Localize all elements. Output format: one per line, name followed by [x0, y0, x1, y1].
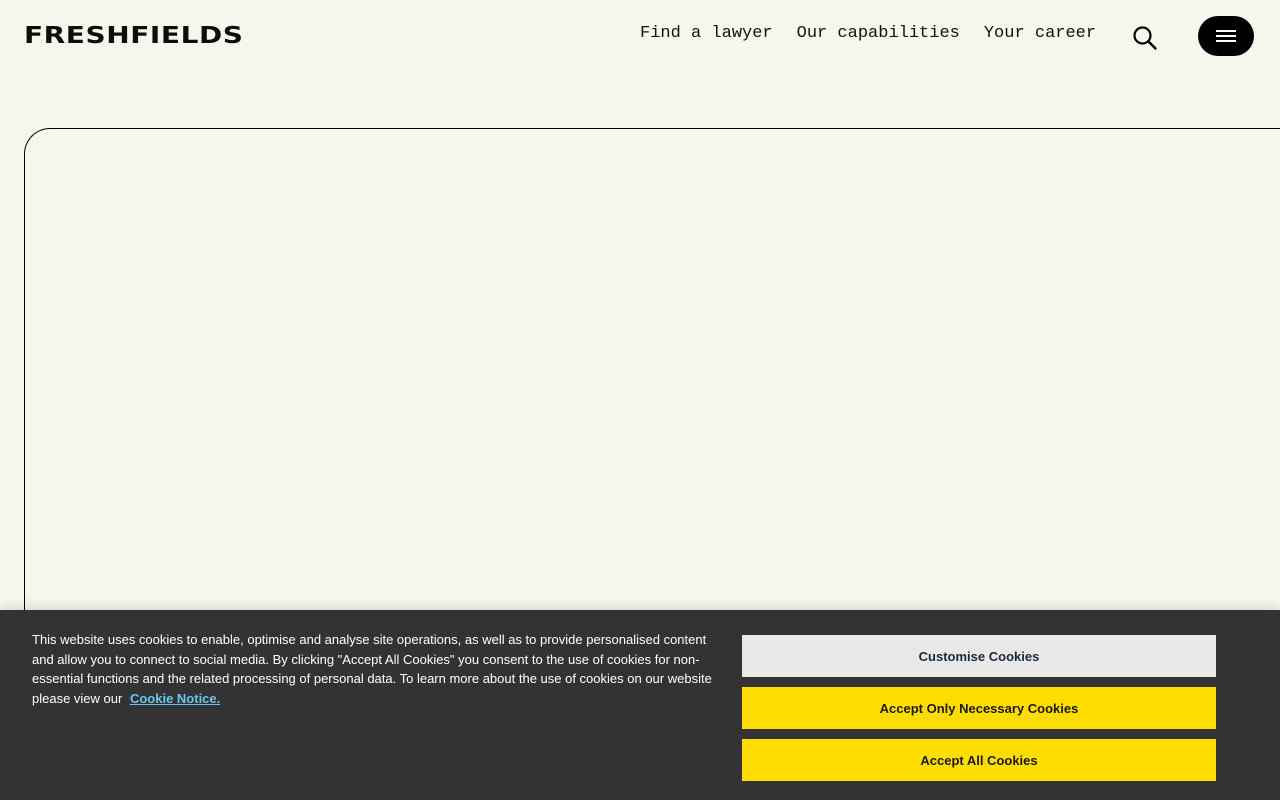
cookie-actions: Customise Cookies Accept Only Necessary …	[742, 635, 1216, 791]
nav-find-a-lawyer[interactable]: Find a lawyer	[628, 22, 785, 46]
hamburger-menu-icon	[1216, 30, 1236, 42]
search-icon[interactable]	[1132, 25, 1158, 51]
page: FRESHFIELDS Find a lawyer Our capabiliti…	[0, 0, 1280, 800]
customise-cookies-button[interactable]: Customise Cookies	[742, 635, 1216, 677]
site-header: FRESHFIELDS Find a lawyer Our capabiliti…	[0, 0, 1280, 72]
nav-your-career[interactable]: Your career	[972, 22, 1108, 46]
cookie-message: This website uses cookies to enable, opt…	[32, 630, 712, 708]
menu-button[interactable]	[1198, 16, 1254, 56]
primary-nav: Find a lawyer Our capabilities Your care…	[628, 22, 1108, 46]
cookie-notice-link[interactable]: Cookie Notice.	[130, 691, 220, 706]
nav-our-capabilities[interactable]: Our capabilities	[785, 22, 972, 46]
freshfields-logo[interactable]: FRESHFIELDS	[24, 22, 244, 50]
accept-all-cookies-button[interactable]: Accept All Cookies	[742, 739, 1216, 781]
accept-necessary-cookies-button[interactable]: Accept Only Necessary Cookies	[742, 687, 1216, 729]
cookie-banner: This website uses cookies to enable, opt…	[0, 610, 1280, 800]
